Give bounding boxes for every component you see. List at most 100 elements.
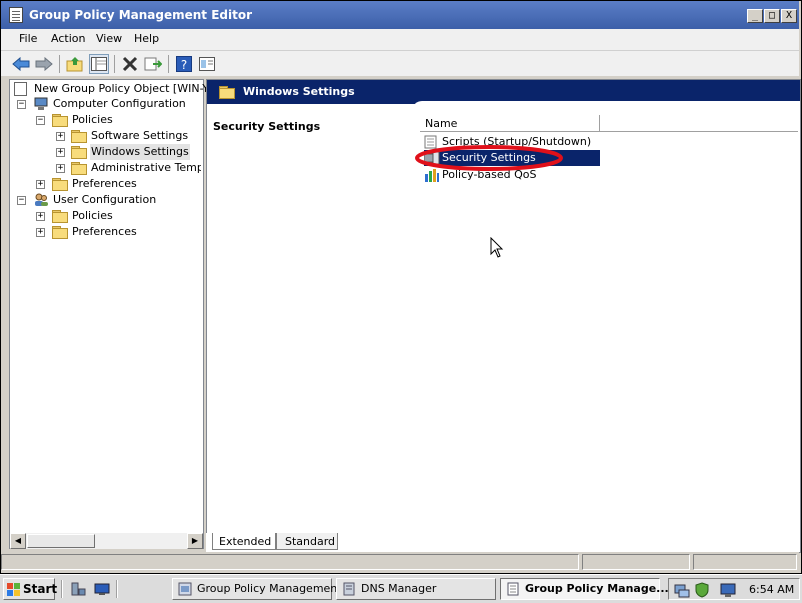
header-curve	[412, 101, 800, 111]
folder-icon	[219, 86, 235, 99]
network-tray-icon[interactable]	[674, 582, 690, 598]
menu-file[interactable]: File	[19, 32, 37, 45]
folder-icon	[71, 162, 87, 175]
forward-arrow-icon[interactable]	[34, 54, 54, 74]
taskbar-button-group-policy-management[interactable]: Group Policy Management	[172, 578, 342, 600]
toolbar-separator	[168, 55, 169, 73]
help-icon[interactable]: ?	[174, 54, 194, 74]
status-section	[1, 554, 579, 570]
tree-label: Software Settings	[91, 129, 189, 142]
pane-header-title: Windows Settings	[243, 85, 355, 98]
monitor-tray-icon[interactable]	[720, 582, 736, 598]
expand-toggle[interactable]: +	[36, 180, 45, 189]
toolbar-separator	[59, 55, 60, 73]
security-tray-icon[interactable]	[694, 582, 710, 598]
folder-icon	[71, 146, 87, 159]
start-button[interactable]: Start	[3, 578, 58, 600]
column-header-label: Name	[425, 117, 458, 130]
expand-toggle[interactable]: +	[56, 164, 65, 173]
tree-pane[interactable]: New Group Policy Object [WIN-YYH − Compu…	[9, 79, 224, 549]
taskbar-button-label: Group Policy Manage...	[525, 582, 669, 595]
minimize-button[interactable]: _	[747, 9, 763, 23]
tree-label: User Configuration	[53, 193, 157, 206]
users-icon	[33, 193, 49, 212]
taskbar-button-dns-manager[interactable]: DNS Manager	[336, 578, 496, 600]
tree-label: New Group Policy Object [WIN-YYH	[34, 82, 224, 95]
tree-horizontal-scrollbar[interactable]: ◀ ▶	[10, 533, 203, 549]
folder-icon	[52, 114, 68, 127]
taskbar-separator	[116, 580, 118, 598]
taskbar-separator	[61, 580, 63, 598]
tree-label: Preferences	[72, 225, 137, 238]
tree-label: Windows Settings	[90, 144, 190, 160]
maximize-button[interactable]: □	[764, 9, 780, 23]
folder-icon	[52, 210, 68, 223]
scroll-left-arrow-icon[interactable]: ◀	[10, 533, 26, 549]
tab-extended[interactable]: Extended	[212, 533, 276, 550]
folder-icon	[52, 178, 68, 191]
collapse-toggle[interactable]: −	[17, 196, 26, 205]
view-tabs: Extended Standard	[206, 533, 800, 552]
tree-label: Preferences	[72, 177, 137, 190]
taskbar-button-gpm-editor[interactable]: Group Policy Manage...	[500, 578, 669, 600]
folder-icon	[71, 130, 87, 143]
tree-label: Policies	[72, 113, 113, 126]
up-folder-icon[interactable]	[65, 54, 85, 74]
server-manager-icon[interactable]	[70, 581, 86, 600]
menu-help[interactable]: Help	[134, 32, 159, 45]
tab-standard[interactable]: Standard	[276, 533, 338, 550]
scroll-right-arrow-icon[interactable]: ▶	[187, 533, 203, 549]
status-bar	[1, 552, 799, 572]
back-arrow-icon[interactable]	[11, 54, 31, 74]
tree-label: Administrative Templat	[91, 161, 201, 174]
show-desktop-icon[interactable]	[94, 581, 110, 600]
tree-label: Computer Configuration	[53, 97, 186, 110]
close-button[interactable]: X	[781, 9, 797, 23]
tree-label: Policies	[72, 209, 113, 222]
expand-toggle[interactable]: +	[36, 228, 45, 237]
description-title: Security Settings	[213, 120, 321, 133]
gpm-editor-icon	[507, 582, 519, 596]
computer-icon	[33, 97, 49, 116]
policy-document-icon	[14, 82, 27, 96]
gpo-editor-icon	[9, 7, 23, 23]
show-hide-tree-icon[interactable]	[89, 54, 109, 74]
taskbar-button-label: Group Policy Management	[197, 582, 342, 595]
expand-toggle[interactable]: +	[36, 212, 45, 221]
menu-bar: File Action View Help	[1, 29, 799, 50]
details-pane: Windows Settings Security Settings Name …	[206, 79, 801, 553]
status-section	[693, 554, 797, 570]
toolbar: ?	[1, 50, 799, 76]
delete-icon[interactable]	[120, 54, 140, 74]
tab-label: Extended	[219, 535, 272, 548]
dns-icon	[343, 582, 355, 596]
title-bar[interactable]: Group Policy Management Editor _ □ X	[1, 1, 799, 29]
clock[interactable]: 6:54 AM	[749, 583, 794, 596]
menu-action[interactable]: Action	[51, 32, 85, 45]
taskbar-button-label: DNS Manager	[361, 582, 437, 595]
gpm-icon	[178, 582, 192, 596]
status-section	[582, 554, 690, 570]
expand-toggle[interactable]: +	[56, 148, 65, 157]
mouse-cursor-icon	[490, 237, 504, 258]
scroll-thumb[interactable]	[27, 534, 95, 548]
windows-logo-icon	[7, 583, 20, 596]
system-tray: 6:54 AM	[668, 578, 800, 600]
collapse-toggle[interactable]: −	[17, 100, 26, 109]
menu-view[interactable]: View	[96, 32, 122, 45]
folder-icon	[52, 226, 68, 239]
tree-item-administrative-templates[interactable]: Administrative Templat	[71, 160, 201, 176]
taskbar: Start Group Policy Management DNS Manage…	[0, 574, 802, 603]
svg-text:?: ?	[181, 58, 187, 72]
column-header-name[interactable]: Name	[420, 115, 600, 132]
toolbar-separator	[114, 55, 115, 73]
highlight-annotation	[415, 145, 563, 171]
start-label: Start	[23, 582, 58, 596]
collapse-toggle[interactable]: −	[36, 116, 45, 125]
expand-toggle[interactable]: +	[56, 132, 65, 141]
export-list-icon[interactable]	[143, 54, 163, 74]
properties-icon[interactable]	[197, 54, 217, 74]
tab-label: Standard	[285, 535, 336, 548]
window-title: Group Policy Management Editor	[29, 8, 253, 22]
list-header: Name	[420, 115, 798, 132]
